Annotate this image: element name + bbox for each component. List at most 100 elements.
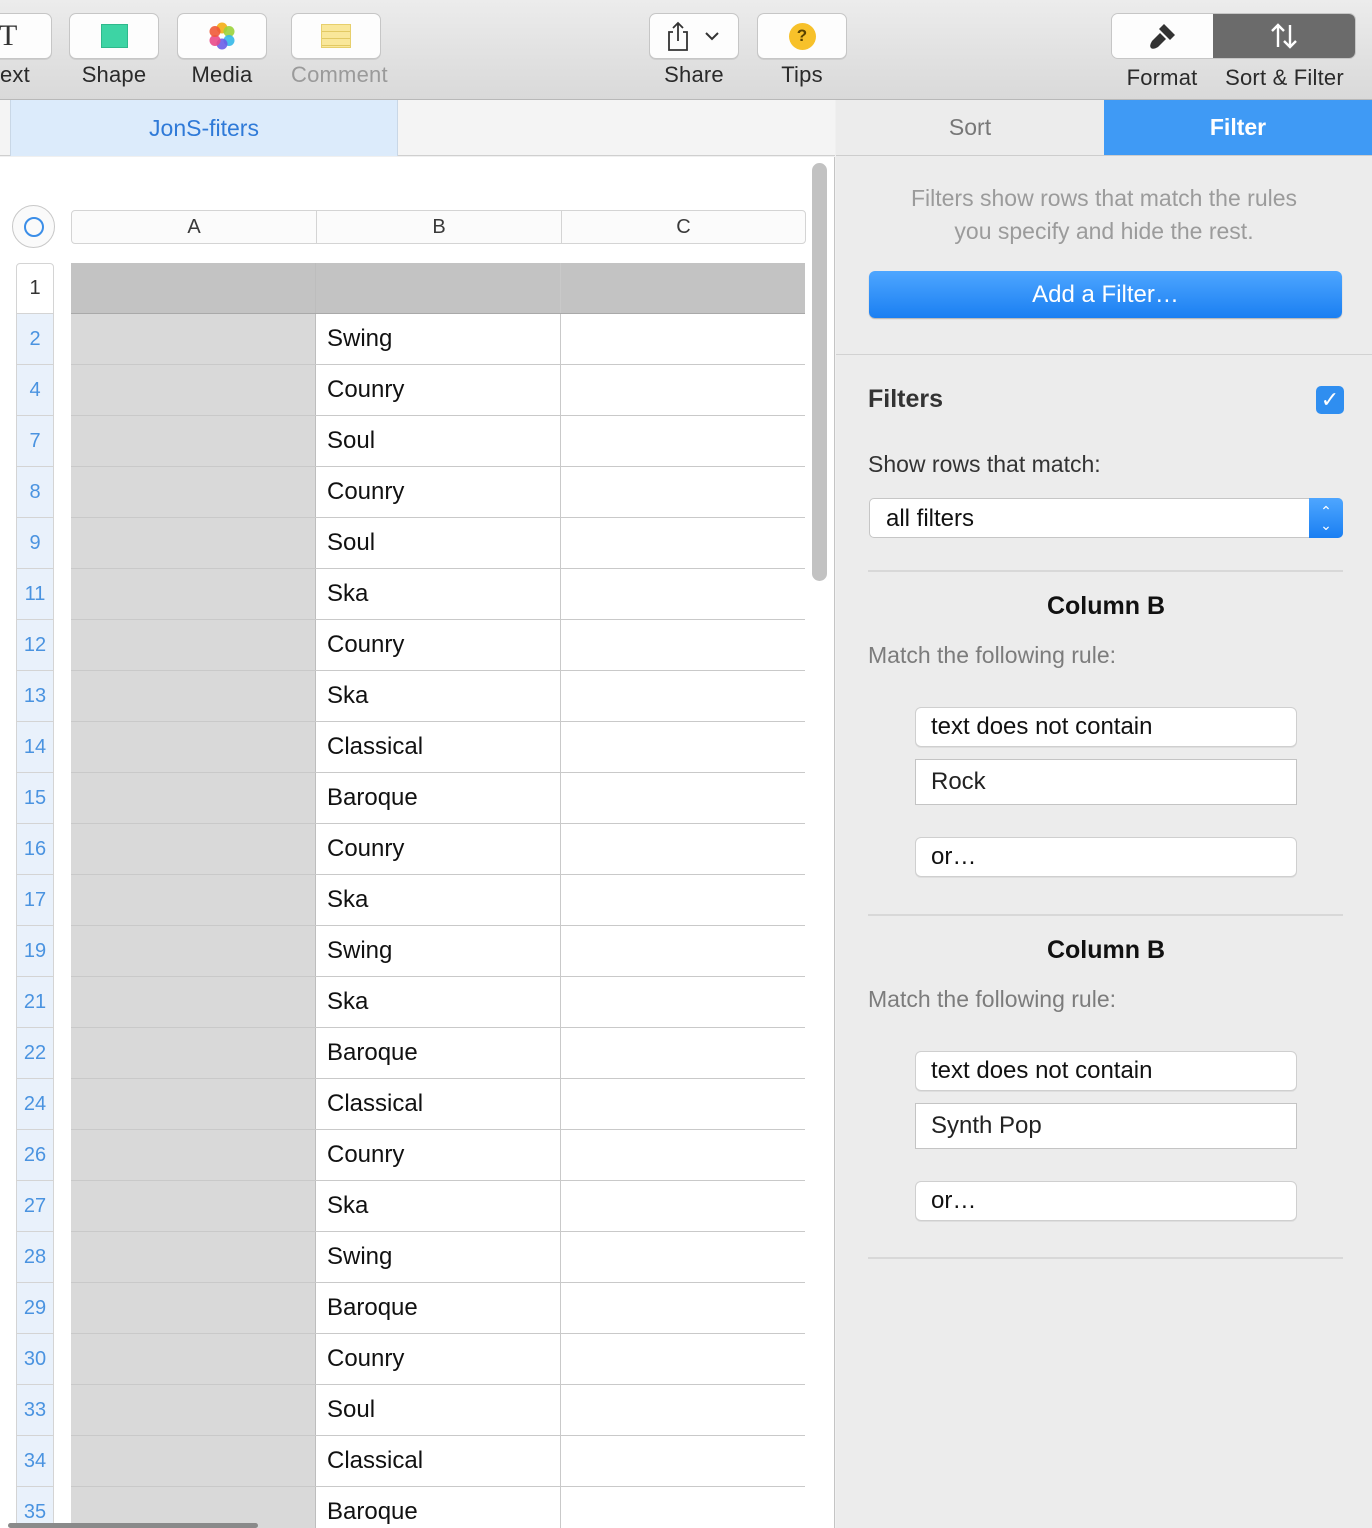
cell-a[interactable] xyxy=(71,875,316,925)
cell-c[interactable] xyxy=(561,1436,805,1486)
filter-value-field[interactable]: Rock xyxy=(915,759,1297,805)
cell-b[interactable]: Baroque xyxy=(316,1028,561,1078)
cell-c[interactable] xyxy=(561,1487,805,1528)
cell-b[interactable]: Swing xyxy=(316,314,561,364)
row-header[interactable]: 4 xyxy=(16,365,54,416)
row-header[interactable]: 1 xyxy=(16,263,54,314)
row-header[interactable]: 11 xyxy=(16,569,54,620)
row-header[interactable]: 28 xyxy=(16,1232,54,1283)
cell-b[interactable]: Classical xyxy=(316,1436,561,1486)
cell-a[interactable] xyxy=(71,518,316,568)
shape-tool[interactable]: Shape xyxy=(69,13,159,88)
sort-filter-button[interactable] xyxy=(1213,14,1355,58)
cell-a[interactable] xyxy=(71,365,316,415)
row-header[interactable]: 29 xyxy=(16,1283,54,1334)
cell-b[interactable]: Ska xyxy=(316,1181,561,1231)
cell-b[interactable]: Counry xyxy=(316,824,561,874)
cell-b[interactable]: Classical xyxy=(316,1079,561,1129)
row-header[interactable]: 26 xyxy=(16,1130,54,1181)
row-header[interactable]: 34 xyxy=(16,1436,54,1487)
cell-b[interactable]: Soul xyxy=(316,518,561,568)
cell-a[interactable] xyxy=(71,263,316,313)
cell-a[interactable] xyxy=(71,824,316,874)
cell-a[interactable] xyxy=(71,1487,316,1528)
row-header[interactable]: 35 xyxy=(16,1487,54,1528)
cell-a[interactable] xyxy=(71,1436,316,1486)
row-header[interactable]: 21 xyxy=(16,977,54,1028)
cell-c[interactable] xyxy=(561,1181,805,1231)
media-tool[interactable]: Media xyxy=(177,13,267,88)
cell-a[interactable] xyxy=(71,977,316,1027)
column-header-b[interactable]: B xyxy=(317,211,562,243)
cell-b[interactable]: Ska xyxy=(316,977,561,1027)
cell-a[interactable] xyxy=(71,722,316,772)
cell-a[interactable] xyxy=(71,1232,316,1282)
cell-c[interactable] xyxy=(561,671,805,721)
condition-popup[interactable]: text does not contain xyxy=(915,707,1297,747)
cell-c[interactable] xyxy=(561,1283,805,1333)
cell-a[interactable] xyxy=(71,416,316,466)
add-filter-button[interactable]: Add a Filter… xyxy=(869,271,1342,318)
cell-b[interactable]: Swing xyxy=(316,1232,561,1282)
row-header[interactable]: 19 xyxy=(16,926,54,977)
tab-filter[interactable]: Filter xyxy=(1104,100,1372,155)
cell-b[interactable]: Swing xyxy=(316,926,561,976)
vertical-scrollbar[interactable] xyxy=(812,163,827,581)
row-header[interactable]: 2 xyxy=(16,314,54,365)
cell-c[interactable] xyxy=(561,1334,805,1384)
cell-c[interactable] xyxy=(561,773,805,823)
row-header[interactable]: 17 xyxy=(16,875,54,926)
cell-c[interactable] xyxy=(561,620,805,670)
sheet-tab[interactable]: JonS-fiters xyxy=(10,100,398,156)
cell-c[interactable] xyxy=(561,467,805,517)
tab-sort[interactable]: Sort xyxy=(836,100,1104,155)
cell-b[interactable]: Classical xyxy=(316,722,561,772)
cell-c[interactable] xyxy=(561,977,805,1027)
cell-b[interactable]: Ska xyxy=(316,671,561,721)
horizontal-scrollbar[interactable] xyxy=(8,1523,258,1528)
row-header[interactable]: 13 xyxy=(16,671,54,722)
cell-b[interactable]: Counry xyxy=(316,1334,561,1384)
cell-b[interactable]: Baroque xyxy=(316,1283,561,1333)
format-button[interactable] xyxy=(1112,14,1214,58)
cell-c[interactable] xyxy=(561,518,805,568)
cell-c[interactable] xyxy=(561,1130,805,1180)
cell-b[interactable]: Ska xyxy=(316,569,561,619)
cell-c[interactable] xyxy=(561,926,805,976)
cell-a[interactable] xyxy=(71,773,316,823)
cell-a[interactable] xyxy=(71,569,316,619)
cell-b[interactable] xyxy=(316,263,561,313)
row-header[interactable]: 22 xyxy=(16,1028,54,1079)
row-header[interactable]: 9 xyxy=(16,518,54,569)
column-header-a[interactable]: A xyxy=(72,211,317,243)
filters-enabled-checkbox[interactable]: ✓ xyxy=(1316,386,1344,414)
share-tool[interactable]: Share xyxy=(649,13,739,88)
condition-popup[interactable]: text does not contain xyxy=(915,1051,1297,1091)
row-header[interactable]: 24 xyxy=(16,1079,54,1130)
cell-a[interactable] xyxy=(71,1334,316,1384)
row-header[interactable]: 30 xyxy=(16,1334,54,1385)
comment-tool[interactable]: Comment xyxy=(291,13,388,88)
row-header[interactable]: 16 xyxy=(16,824,54,875)
tips-tool[interactable]: ? Tips xyxy=(757,13,847,88)
row-header[interactable]: 27 xyxy=(16,1181,54,1232)
cell-c[interactable] xyxy=(561,365,805,415)
cell-c[interactable] xyxy=(561,1028,805,1078)
cell-b[interactable]: Soul xyxy=(316,1385,561,1435)
match-mode-select[interactable]: all filters ⌃ ⌄ xyxy=(869,498,1343,538)
cell-b[interactable]: Soul xyxy=(316,416,561,466)
cell-c[interactable] xyxy=(561,1232,805,1282)
cell-c[interactable] xyxy=(561,263,805,313)
cell-b[interactable]: Baroque xyxy=(316,773,561,823)
cell-c[interactable] xyxy=(561,416,805,466)
or-button[interactable]: or… xyxy=(915,837,1297,877)
row-header[interactable]: 8 xyxy=(16,467,54,518)
row-header[interactable]: 15 xyxy=(16,773,54,824)
cell-b[interactable]: Counry xyxy=(316,620,561,670)
cell-a[interactable] xyxy=(71,1283,316,1333)
row-header[interactable]: 14 xyxy=(16,722,54,773)
cell-a[interactable] xyxy=(71,1079,316,1129)
cell-b[interactable]: Counry xyxy=(316,365,561,415)
text-tool[interactable]: T ext xyxy=(0,13,52,88)
cell-a[interactable] xyxy=(71,926,316,976)
